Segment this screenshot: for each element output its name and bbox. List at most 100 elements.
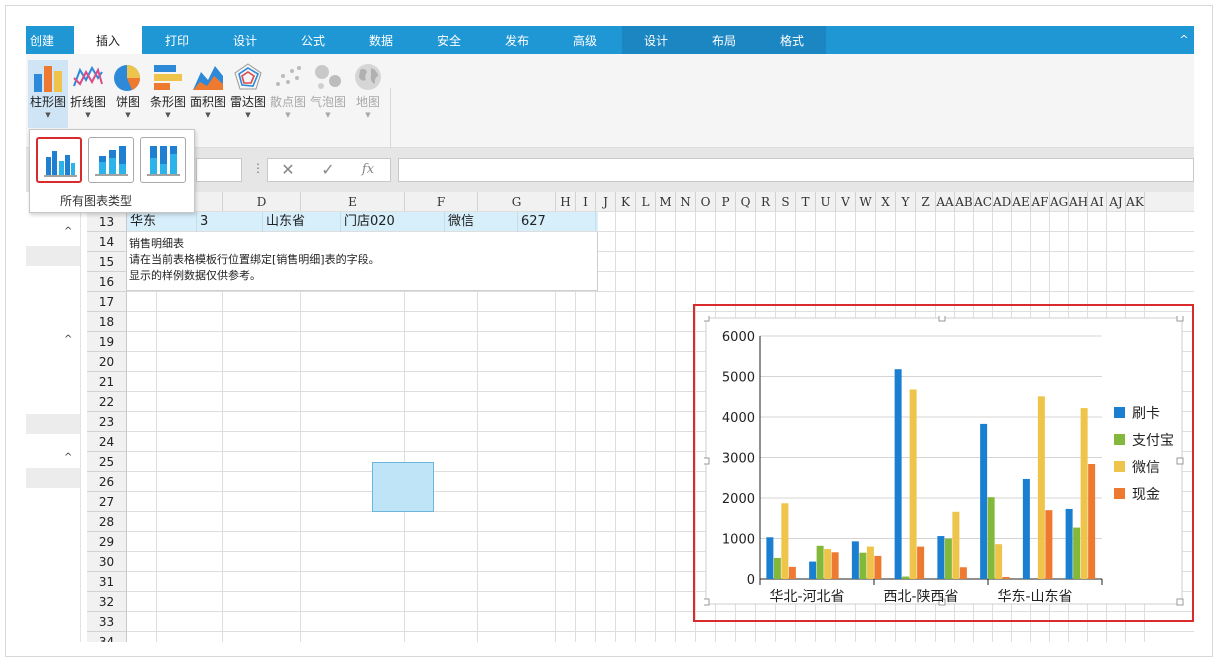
y-tick-label: 3000 (722, 452, 755, 467)
tab-chart-layout[interactable]: 布局 (690, 26, 758, 54)
tab-chart-format[interactable]: 格式 (758, 26, 826, 54)
name-box[interactable] (196, 158, 242, 182)
bar (1073, 527, 1081, 579)
table-cell[interactable]: 华东 (127, 212, 197, 232)
ribbon-tab-bar: 创建 插入 打印 设计 公式 数据 安全 发布 高级 设计 布局 格式 ^ (26, 26, 1194, 54)
area-chart-icon (193, 66, 223, 90)
collapse-ribbon-button[interactable]: ^ (1176, 26, 1192, 54)
chevron-down-icon: ▼ (285, 111, 291, 119)
tab-publish[interactable]: 发布 (486, 26, 548, 54)
table-cell[interactable]: 微信 (445, 212, 518, 232)
bar (824, 549, 832, 579)
table-cell[interactable]: 山东省 (263, 212, 341, 232)
bar (1022, 478, 1030, 579)
panel-row (26, 246, 80, 266)
map-globe-icon (355, 64, 381, 90)
table-cell[interactable]: 门店020 (341, 212, 445, 232)
legend-label: 现金 (1132, 487, 1160, 503)
x-tick-label: 西北-陕西省 (883, 589, 958, 605)
bar (909, 389, 917, 579)
chevron-down-icon: ▼ (205, 111, 211, 119)
table-cell[interactable]: 627 (518, 212, 596, 232)
table-thumbnail-icon[interactable] (372, 462, 434, 512)
bar (959, 567, 967, 579)
bar (952, 511, 960, 579)
panel-row (26, 468, 80, 488)
legend-label: 支付宝 (1132, 433, 1174, 449)
collapse-section-icon[interactable]: ^ (64, 452, 72, 463)
y-tick-label: 2000 (722, 492, 755, 507)
bar (788, 566, 796, 579)
bar (987, 497, 995, 579)
tab-formula[interactable]: 公式 (282, 26, 344, 54)
tab-chart-design[interactable]: 设计 (622, 26, 690, 54)
pie-chart-icon (114, 65, 140, 91)
bar (773, 557, 781, 579)
clustered-column-option[interactable] (36, 137, 82, 183)
table-cell[interactable]: 3 (197, 212, 263, 232)
chart-type-dropdown: 所有图表类型 (29, 129, 195, 213)
bar (816, 545, 824, 579)
collapse-section-icon[interactable]: ^ (64, 226, 72, 237)
column-chart[interactable]: 0 1000 2000 3000 4000 5000 6000 华北-河北省 西北-陕西省 华东-… (702, 314, 1184, 615)
tab-advanced[interactable]: 高级 (554, 26, 616, 54)
legend-swatch (1114, 488, 1125, 499)
resize-handle (1176, 457, 1184, 465)
bubble-chart-icon (315, 65, 341, 89)
insert-function-icon[interactable]: fx (348, 159, 388, 181)
stacked-column-option[interactable] (88, 137, 134, 183)
resize-handle (1176, 314, 1184, 322)
bar (1045, 510, 1053, 579)
tab-security[interactable]: 安全 (418, 26, 480, 54)
bar (1088, 463, 1096, 579)
bar (1037, 396, 1045, 579)
y-tick-label: 6000 (722, 330, 755, 345)
x-tick-label: 华北-河北省 (769, 589, 844, 605)
chevron-down-icon: ▼ (125, 111, 131, 119)
y-tick-label: 0 (747, 573, 755, 588)
bar (980, 423, 988, 579)
legend-label: 刷卡 (1132, 406, 1160, 422)
column-chart-icon (34, 66, 62, 92)
note-text: 销售明细表 (129, 237, 184, 250)
cancel-icon[interactable]: ✕ (268, 159, 308, 181)
bar (866, 546, 874, 579)
formula-buttons: ✕ ✓ fx (267, 158, 391, 182)
formula-separator: ⋮ (252, 161, 264, 175)
bar (937, 536, 945, 579)
collapse-section-icon[interactable]: ^ (64, 334, 72, 345)
tab-insert[interactable]: 插入 (74, 26, 142, 54)
bar (851, 541, 859, 579)
bar (902, 576, 910, 579)
stacked-column-icon (95, 146, 128, 176)
bar-chart-icon (154, 65, 182, 90)
resize-handle (938, 314, 946, 322)
bar (1065, 508, 1073, 579)
formula-input[interactable] (398, 158, 1194, 182)
tab-create[interactable]: 创建 (26, 26, 58, 54)
chart-svg: 0 1000 2000 3000 4000 5000 6000 华北-河北省 西北-陕西省 华东-… (702, 314, 1184, 615)
bar (944, 538, 952, 579)
tab-data[interactable]: 数据 (350, 26, 412, 54)
y-tick-label: 4000 (722, 411, 755, 426)
legend-swatch (1114, 461, 1125, 472)
resize-handle (702, 314, 710, 322)
bar (781, 503, 789, 579)
legend-swatch (1114, 434, 1125, 445)
resize-handle (1176, 598, 1184, 606)
note-text: 显示的样例数据仅供参考。 (129, 269, 261, 282)
bar (995, 544, 1003, 579)
confirm-icon[interactable]: ✓ (308, 159, 348, 181)
resize-handle (702, 598, 710, 606)
percent-stacked-column-option[interactable] (140, 137, 186, 183)
tab-print[interactable]: 打印 (146, 26, 208, 54)
map-chart-button: 地图 ▼ (348, 60, 388, 128)
line-chart-icon (73, 65, 103, 87)
all-chart-types-link[interactable]: 所有图表类型 (60, 192, 132, 209)
screenshot-frame: 创建 插入 打印 设计 公式 数据 安全 发布 高级 设计 布局 格式 ^ 柱形… (5, 5, 1213, 657)
percent-stacked-column-icon (147, 146, 180, 176)
tab-design[interactable]: 设计 (214, 26, 276, 54)
bar (809, 561, 817, 579)
bar (894, 369, 902, 579)
spreadsheet-designer-app: 创建 插入 打印 设计 公式 数据 安全 发布 高级 设计 布局 格式 ^ 柱形… (26, 26, 1194, 642)
